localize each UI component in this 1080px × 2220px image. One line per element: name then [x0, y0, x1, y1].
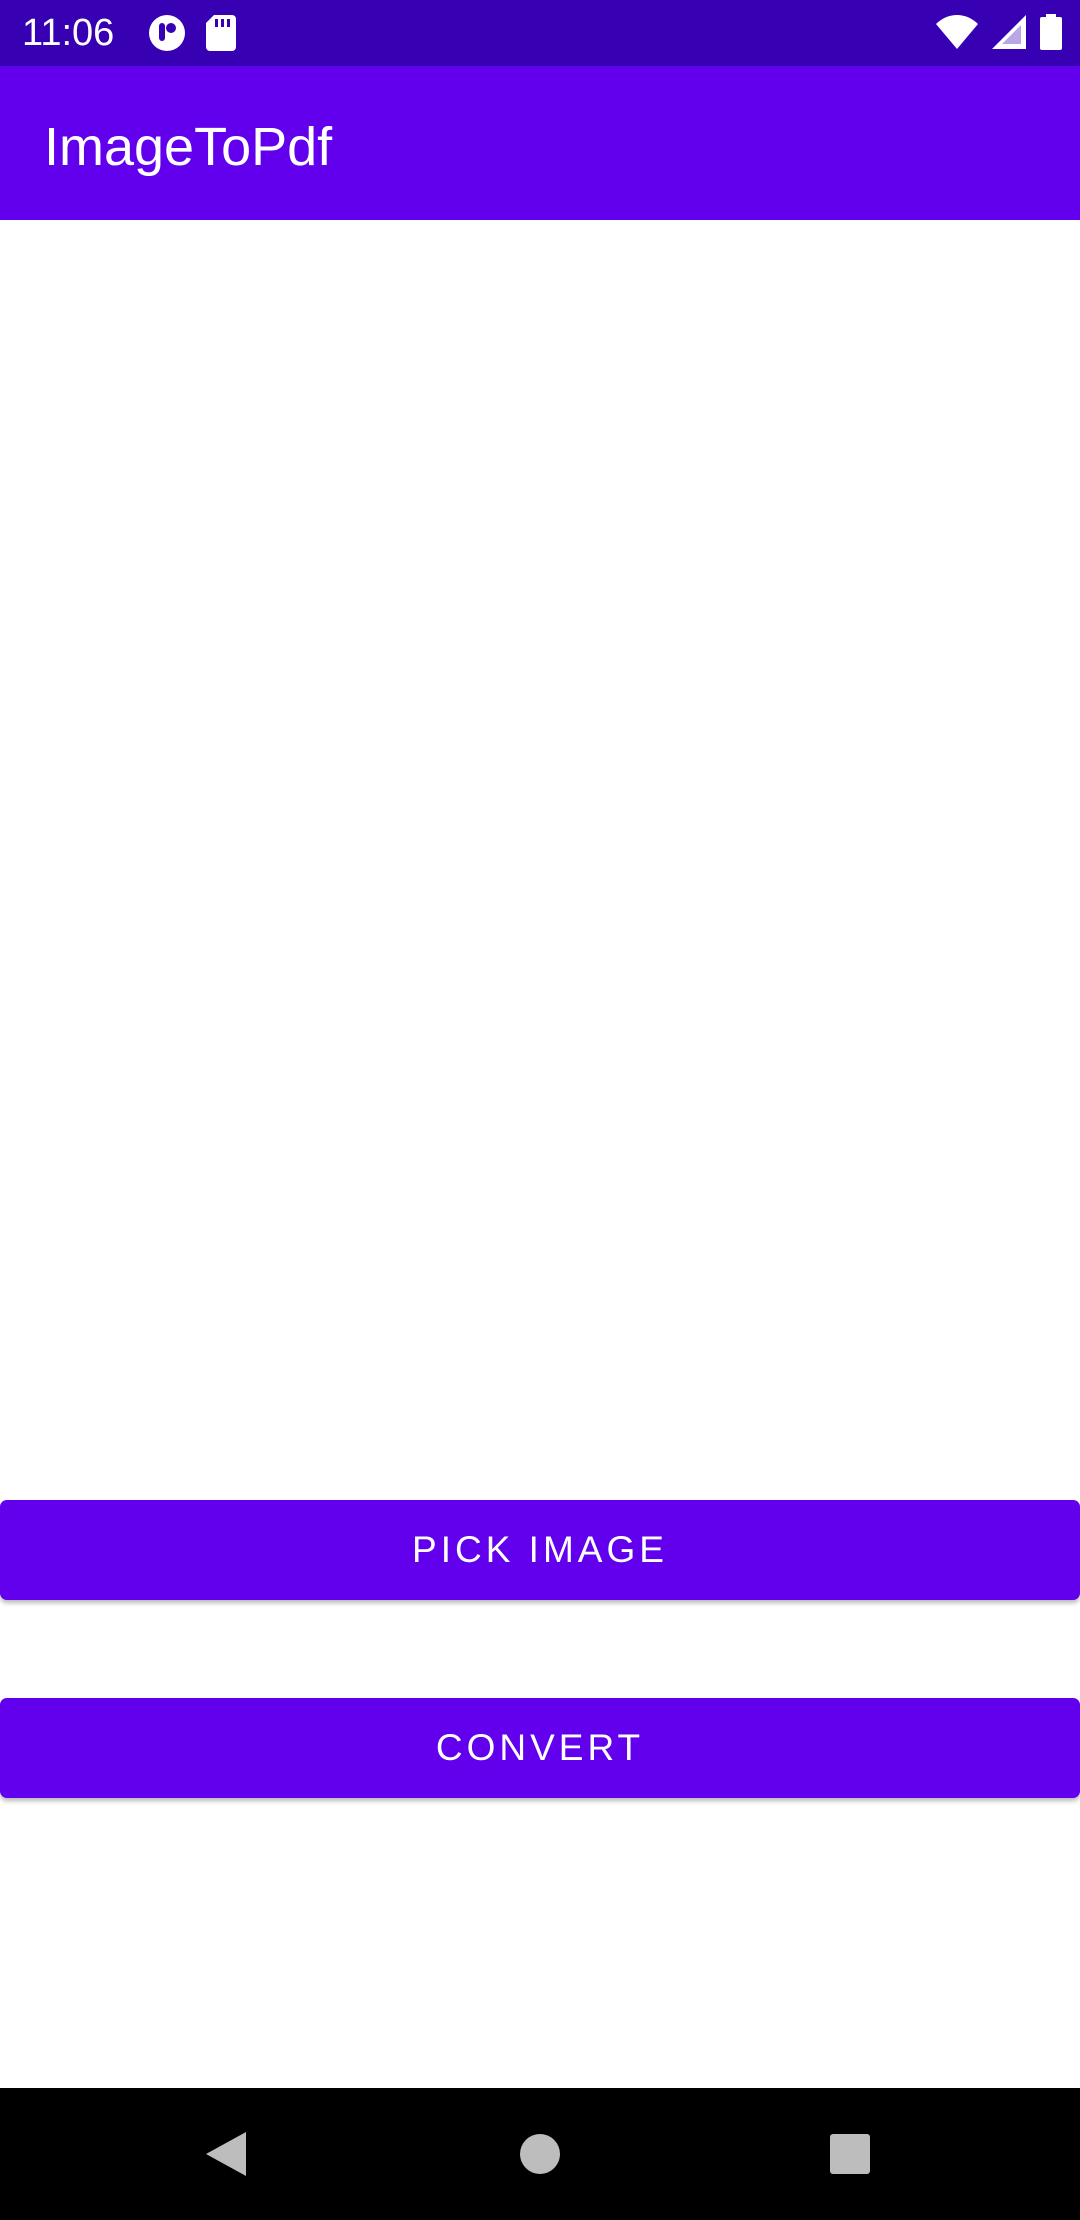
convert-button[interactable]: CONVERT [0, 1698, 1080, 1798]
app-title: ImageToPdf [44, 117, 333, 177]
navigation-bar [0, 2088, 1080, 2220]
sd-card-icon [206, 15, 236, 51]
status-time: 11:06 [22, 12, 115, 54]
battery-icon [1040, 14, 1062, 50]
status-left-icons [148, 14, 236, 52]
recents-button[interactable] [818, 2122, 882, 2186]
status-right-icons [936, 14, 1062, 50]
notification-app-icon [148, 14, 186, 52]
screen: 11:06 ImageToPdf PICK IMAGE CONVERT [0, 0, 1080, 2220]
recents-icon [829, 2133, 871, 2175]
status-bar: 11:06 [0, 0, 1080, 66]
home-button[interactable] [508, 2122, 572, 2186]
cell-signal-icon [992, 15, 1026, 49]
back-icon [204, 2130, 248, 2178]
app-bar: ImageToPdf [0, 66, 1080, 220]
pick-image-button[interactable]: PICK IMAGE [0, 1500, 1080, 1600]
wifi-icon [936, 15, 978, 49]
back-button[interactable] [194, 2122, 258, 2186]
home-icon [519, 2133, 561, 2175]
main-content: PICK IMAGE CONVERT [0, 220, 1080, 2088]
